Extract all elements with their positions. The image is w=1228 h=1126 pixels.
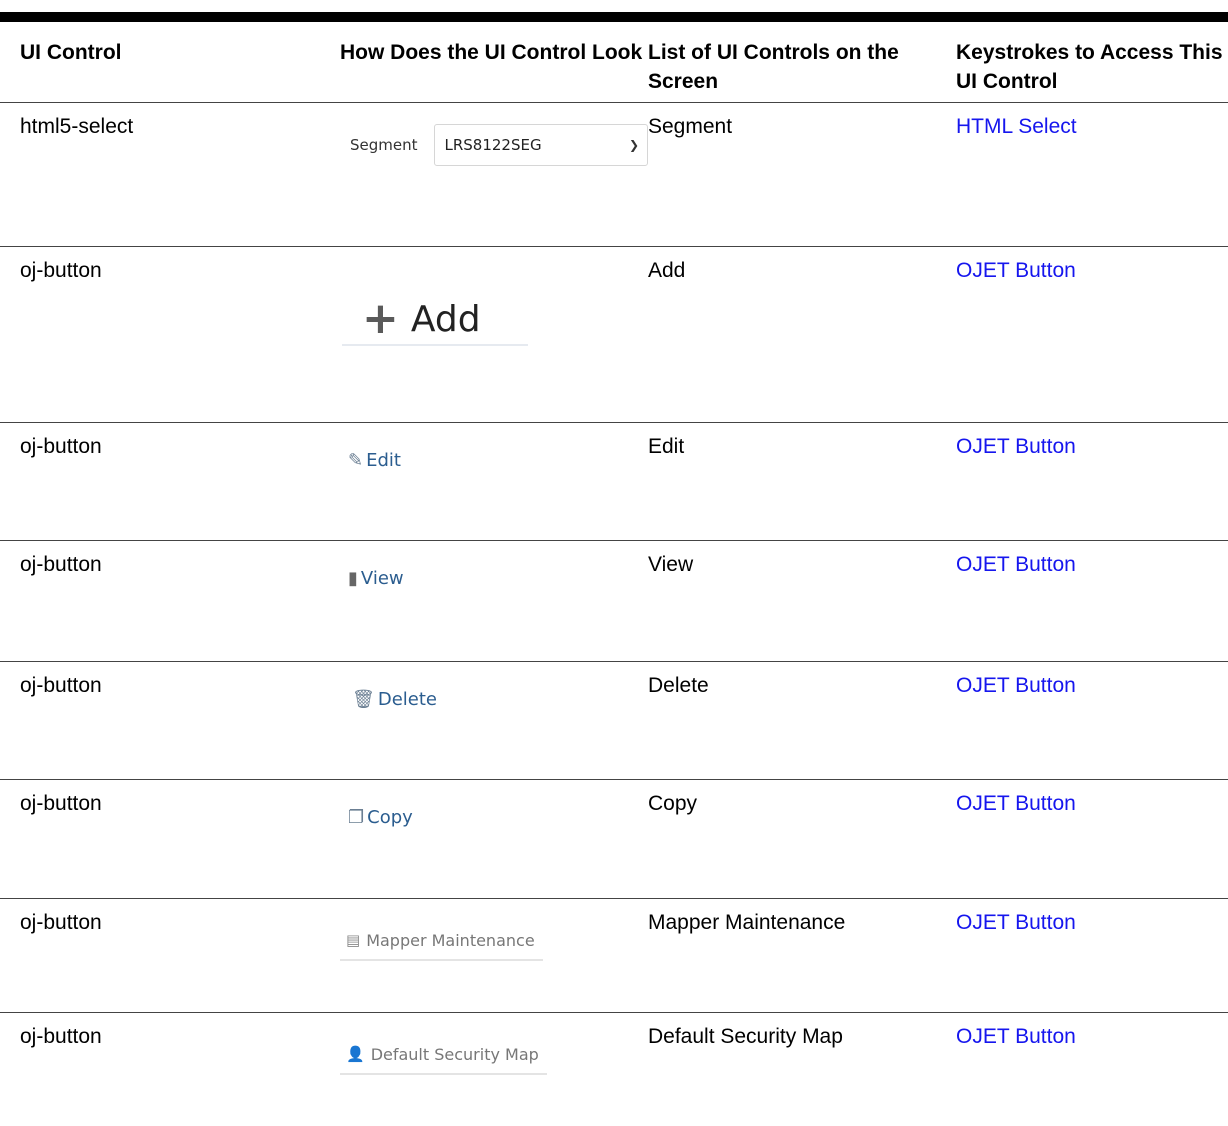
- keystroke-link[interactable]: OJET Button: [956, 911, 1076, 934]
- table-row: html5-select Segment LRS8122SEG ❯ Segmen…: [0, 102, 1228, 247]
- table-row: oj-button + Add Add OJET Button: [0, 246, 1228, 423]
- mapper-maintenance-label: Mapper Maintenance: [366, 931, 535, 950]
- add-button-preview[interactable]: + Add: [342, 294, 528, 346]
- table-row: oj-button ▮ View View OJET Button: [0, 540, 1228, 662]
- screen-item: Delete: [648, 661, 956, 780]
- ui-controls-table: UI Control How Does the UI Control Look …: [0, 22, 1228, 1123]
- delete-button-preview[interactable]: 🗑 Delete: [352, 685, 648, 714]
- screen-item: Default Security Map: [648, 1025, 843, 1048]
- control-look: ✎ Edit: [328, 422, 648, 541]
- copy-icon: ❐: [348, 807, 365, 828]
- control-type: oj-button: [0, 540, 328, 662]
- keystroke-link[interactable]: OJET Button: [956, 259, 1076, 282]
- view-icon: ▮: [348, 568, 358, 589]
- control-look: Segment LRS8122SEG ❯: [328, 102, 648, 247]
- control-look: ▮ View: [328, 540, 648, 662]
- control-type: oj-button: [0, 661, 328, 780]
- keystroke-link[interactable]: OJET Button: [956, 1025, 1076, 1048]
- control-look: 🗑 Delete: [328, 661, 648, 780]
- mapper-maintenance-button-preview[interactable]: ▤ Mapper Maintenance: [340, 922, 543, 961]
- table-icon: ▤: [346, 931, 361, 949]
- default-security-map-button-preview[interactable]: 👤 Default Security Map: [340, 1036, 547, 1075]
- screen-item: View: [648, 540, 956, 662]
- control-look: + Add: [328, 246, 648, 423]
- copy-button-label: Copy: [367, 807, 413, 828]
- control-look: ▤ Mapper Maintenance: [328, 898, 648, 1013]
- screen-item: Copy: [648, 779, 956, 899]
- trash-icon: 🗑: [352, 689, 375, 710]
- control-type: oj-button: [20, 1025, 102, 1048]
- user-icon: 👤: [346, 1045, 365, 1063]
- table-header-row: UI Control How Does the UI Control Look …: [0, 22, 1228, 103]
- plus-icon: +: [362, 293, 399, 344]
- table-row: oj-button 👤 Default Security Map Default…: [0, 1013, 1228, 1123]
- view-button-label: View: [360, 568, 404, 589]
- control-type: oj-button: [0, 422, 328, 541]
- control-type: oj-button: [0, 246, 328, 423]
- keystroke-link[interactable]: OJET Button: [956, 674, 1076, 697]
- keystroke-link[interactable]: OJET Button: [956, 792, 1076, 815]
- top-rule: [0, 12, 1228, 22]
- copy-button-preview[interactable]: ❐ Copy: [348, 803, 648, 832]
- keystroke-link[interactable]: OJET Button: [956, 553, 1076, 576]
- edit-icon: ✎: [348, 450, 364, 471]
- table-row: oj-button ✎ Edit Edit OJET Button: [0, 422, 1228, 541]
- edit-button-preview[interactable]: ✎ Edit: [348, 446, 648, 475]
- table-row: oj-button ❐ Copy Copy OJET Button: [0, 779, 1228, 899]
- default-security-map-label: Default Security Map: [370, 1045, 539, 1064]
- header-screen-controls: List of UI Controls on the Screen: [648, 22, 956, 103]
- screen-item: Edit: [648, 422, 956, 541]
- view-button-preview[interactable]: ▮ View: [348, 564, 648, 593]
- table-row: oj-button 🗑 Delete Delete OJET Button: [0, 661, 1228, 780]
- control-look: ❐ Copy: [328, 779, 648, 899]
- screen-item: Mapper Maintenance: [648, 898, 956, 1013]
- header-control-look: How Does the UI Control Look: [328, 22, 648, 103]
- add-button-label: Add: [410, 298, 481, 340]
- screen-item: Segment: [648, 102, 956, 247]
- control-look: 👤 Default Security Map: [328, 1013, 648, 1123]
- keystroke-link[interactable]: OJET Button: [956, 435, 1076, 458]
- control-type: html5-select: [0, 102, 328, 247]
- control-type: oj-button: [0, 898, 328, 1013]
- header-ui-control: UI Control: [0, 22, 328, 103]
- delete-button-label: Delete: [377, 689, 438, 710]
- table-row: oj-button ▤ Mapper Maintenance Mapper Ma…: [0, 898, 1228, 1013]
- screen-item: Add: [648, 246, 956, 423]
- edit-button-label: Edit: [366, 450, 401, 471]
- header-keystrokes: Keystrokes to Access This UI Control: [956, 22, 1228, 103]
- keystroke-link[interactable]: HTML Select: [956, 115, 1077, 138]
- control-type: oj-button: [0, 779, 328, 899]
